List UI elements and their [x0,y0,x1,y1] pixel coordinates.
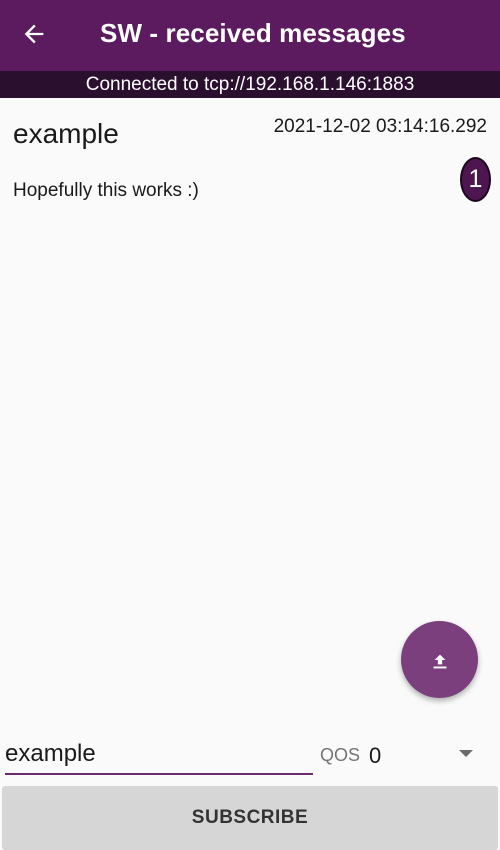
connection-status: Connected to tcp://192.168.1.146:1883 [0,71,500,98]
message-item[interactable]: example 2021-12-02 03:14:16.292 Hopefull… [0,98,500,208]
arrow-left-icon [24,24,44,44]
publish-fab-button[interactable] [401,621,478,698]
message-topic: example [13,118,119,149]
upload-icon [433,654,446,668]
qos-badge: 1 [460,157,491,202]
subscribe-button[interactable]: SUBSCRIBE [2,786,498,850]
page-title: SW - received messages [100,18,406,48]
app-bar: SW - received messages [0,0,500,71]
qos-value: 0 [369,743,382,768]
qos-dropdown[interactable]: 0 [365,735,485,773]
dropdown-arrow-icon [459,750,473,757]
back-button[interactable] [8,10,60,58]
qos-label: QOS [320,745,361,765]
topic-input[interactable] [5,735,313,775]
message-timestamp: 2021-12-02 03:14:16.292 [273,116,487,137]
message-body: Hopefully this works :) [13,180,199,201]
